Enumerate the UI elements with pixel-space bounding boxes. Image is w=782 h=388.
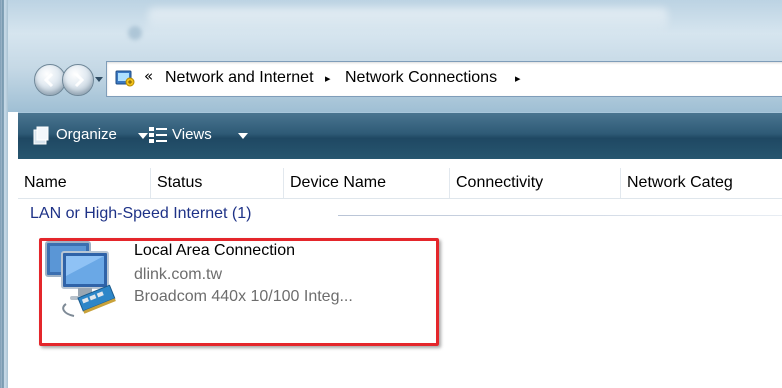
group-title: LAN or High-Speed Internet (1) [30,205,252,222]
back-arrow-icon [43,72,54,88]
column-header-connectivity[interactable]: Connectivity [450,168,621,198]
breadcrumb-separator-icon[interactable]: ▸ [515,72,521,85]
column-header-label: Name [24,174,67,191]
breadcrumb-overflow[interactable]: « [144,67,153,85]
organize-label: Organize [56,126,117,143]
breadcrumb-separator-icon[interactable]: ▸ [325,72,331,85]
window-frame-left [0,0,8,388]
column-header-label: Connectivity [456,174,544,191]
group-header[interactable]: LAN or High-Speed Internet (1) [30,203,782,225]
network-folder-icon [115,70,135,87]
explorer-window: « Network and Internet ▸ Network Connect… [0,0,782,388]
column-header-label: Status [157,174,203,191]
chevron-down-icon [138,133,148,139]
column-header-label: Device Name [290,174,387,191]
column-header-row: Name Status Device Name Connectivity Net… [18,168,782,199]
group-divider [338,215,782,216]
command-toolbar: Organize Views [18,112,782,159]
organize-icon [33,126,49,145]
views-label: Views [172,126,212,143]
breadcrumb-network-connections[interactable]: Network Connections [345,69,497,87]
address-bar[interactable]: « Network and Internet ▸ Network Connect… [106,61,782,97]
title-bar-glow [148,8,668,30]
views-icon [149,127,167,143]
title-bar-blurred-icon [128,26,142,40]
breadcrumb-network-and-internet[interactable]: Network and Internet [165,69,314,87]
history-dropdown-icon[interactable] [94,72,104,86]
column-header-network-category[interactable]: Network Categ [621,168,782,198]
forward-button[interactable] [62,64,94,96]
column-header-name[interactable]: Name [18,168,151,198]
chevron-down-icon [238,133,248,139]
column-header-status[interactable]: Status [151,168,284,198]
column-header-device-name[interactable]: Device Name [284,168,450,198]
highlight-annotation [39,238,439,346]
forward-arrow-icon [74,72,85,88]
column-header-label: Network Categ [627,174,733,191]
